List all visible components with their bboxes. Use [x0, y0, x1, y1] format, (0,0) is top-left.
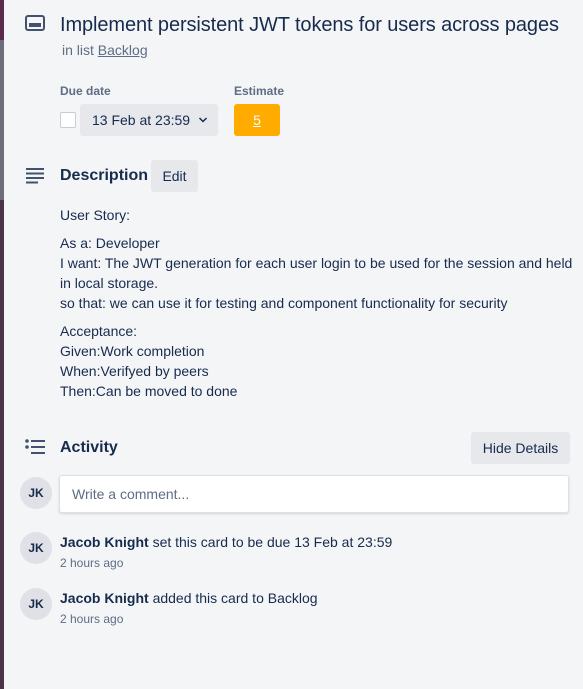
description-title: Description	[60, 167, 149, 184]
description-line: When:Verifyed by peers	[60, 363, 209, 379]
description-body[interactable]: User Story: As a: Developer I want: The …	[60, 205, 575, 401]
comment-input[interactable]	[59, 475, 569, 513]
avatar[interactable]: JK	[20, 588, 52, 620]
in-list-prefix: in list	[62, 42, 94, 58]
card-title[interactable]: Implement persistent JWT tokens for user…	[60, 12, 559, 38]
activity-action: set this card to be due 13 Feb at 23:59	[152, 534, 393, 550]
description-line: Given:Work completion	[60, 343, 205, 359]
list-link[interactable]: Backlog	[98, 42, 148, 58]
card-icon	[24, 14, 46, 32]
background-strip	[0, 0, 4, 689]
activity-timestamp[interactable]: 2 hours ago	[60, 556, 123, 570]
due-date-label: Due date	[60, 84, 111, 98]
due-date-button[interactable]: 13 Feb at 23:59	[80, 104, 218, 136]
list-breadcrumb: in list Backlog	[62, 42, 148, 58]
chevron-down-icon	[199, 117, 208, 123]
due-date-value: 13 Feb at 23:59	[92, 112, 191, 128]
description-line: Acceptance:	[60, 323, 138, 339]
avatar[interactable]: JK	[20, 532, 52, 564]
description-icon	[24, 166, 46, 184]
activity-title: Activity	[60, 439, 118, 456]
edit-description-button[interactable]: Edit	[151, 160, 198, 192]
due-complete-checkbox[interactable]	[60, 112, 76, 128]
estimate-label: Estimate	[234, 84, 285, 98]
estimate-badge[interactable]: 5	[234, 104, 280, 136]
hide-details-button[interactable]: Hide Details	[471, 432, 570, 464]
estimate-value: 5	[253, 112, 261, 128]
activity-entry: Jacob Knight added this card to Backlog	[60, 590, 318, 606]
activity-timestamp[interactable]: 2 hours ago	[60, 612, 123, 626]
description-line: Then:Can be moved to done	[60, 383, 238, 399]
activity-icon	[24, 438, 46, 456]
avatar[interactable]: JK	[20, 477, 52, 509]
description-line: I want: The JWT generation for each user…	[60, 255, 573, 291]
activity-action: added this card to Backlog	[152, 590, 318, 606]
description-line: User Story:	[60, 207, 131, 223]
description-line: so that: we can use it for testing and c…	[60, 295, 508, 311]
activity-user[interactable]: Jacob Knight	[60, 534, 149, 550]
activity-user[interactable]: Jacob Knight	[60, 590, 149, 606]
activity-entry: Jacob Knight set this card to be due 13 …	[60, 534, 392, 550]
description-line: As a: Developer	[60, 235, 160, 251]
